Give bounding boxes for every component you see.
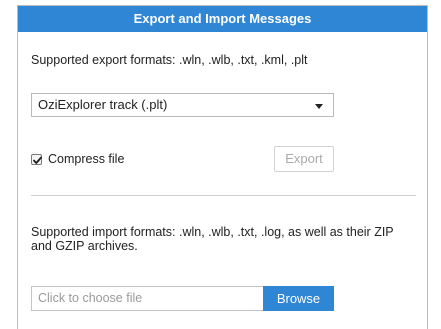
compress-file-option[interactable]: Compress file bbox=[31, 151, 124, 167]
checkmark-icon bbox=[33, 156, 42, 164]
export-format-selected-value: OziExplorer track (.plt) bbox=[38, 97, 168, 112]
browse-button[interactable]: Browse bbox=[263, 286, 334, 311]
import-formats-text: Supported import formats: .wln, .wlb, .t… bbox=[31, 225, 394, 253]
chevron-down-icon bbox=[315, 104, 323, 109]
panel-title: Export and Import Messages bbox=[18, 6, 427, 32]
file-input[interactable]: Click to choose file bbox=[31, 286, 263, 311]
compress-file-checkbox[interactable] bbox=[31, 153, 42, 165]
file-chooser: Click to choose file Browse bbox=[31, 286, 334, 311]
export-formats-text: Supported export formats: .wln, .wlb, .t… bbox=[31, 53, 308, 67]
export-button[interactable]: Export bbox=[274, 146, 334, 172]
export-import-panel: Export and Import Messages Supported exp… bbox=[17, 5, 428, 329]
compress-file-label: Compress file bbox=[48, 152, 125, 166]
export-format-select[interactable]: OziExplorer track (.plt) bbox=[31, 93, 334, 117]
section-divider bbox=[31, 195, 416, 196]
